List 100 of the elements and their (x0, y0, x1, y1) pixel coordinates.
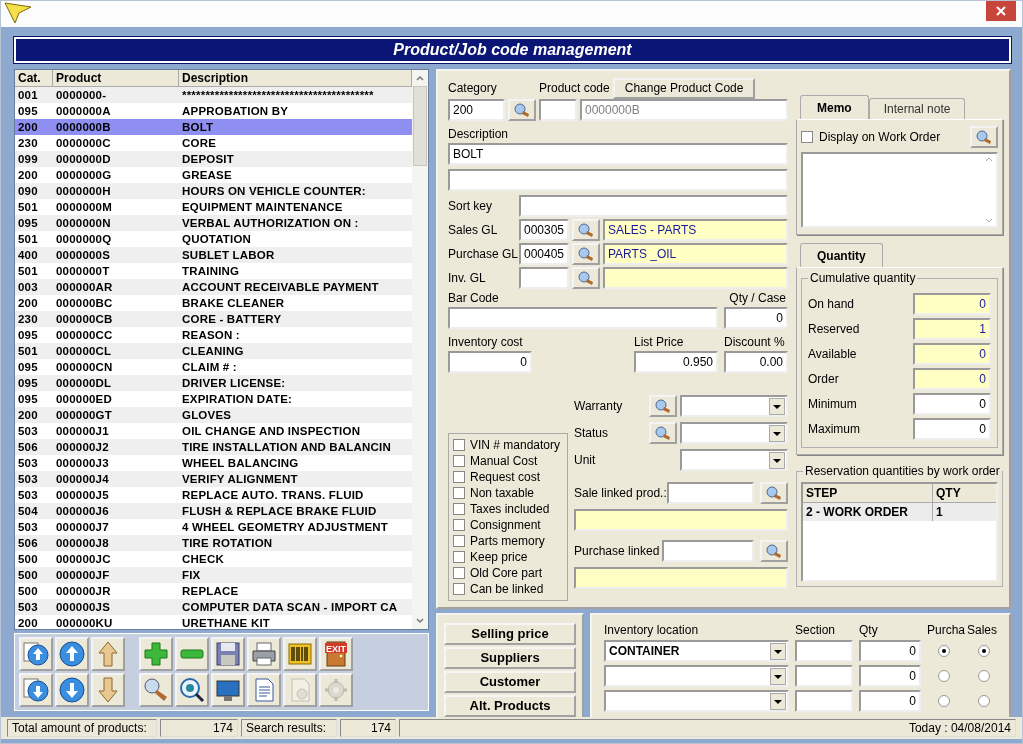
lookup-button[interactable] (760, 540, 788, 562)
table-row[interactable]: 230 000000CB CORE - BATTERY (15, 311, 412, 327)
table-row[interactable]: 095 000000ED EXPIRATION DATE: (15, 391, 412, 407)
input-field[interactable]: BOLT (448, 143, 788, 165)
input-field[interactable] (603, 267, 788, 289)
lookup-button[interactable] (760, 482, 788, 504)
input-field[interactable] (448, 307, 718, 329)
input-field[interactable]: 0.950 (634, 351, 718, 373)
table-row[interactable]: 506 000000J8 TIRE ROTATION (15, 535, 412, 551)
toolbar-button[interactable] (211, 673, 245, 707)
table-row[interactable]: 200 000000GT GLOVES (15, 407, 412, 423)
tab-button[interactable]: Selling price (444, 623, 576, 645)
column-header[interactable]: Cat. (15, 70, 53, 86)
dropdown-field[interactable] (604, 665, 789, 687)
table-row[interactable]: 504 000000J6 FLUSH & REPLACE BRAKE FLUID (15, 503, 412, 519)
dropdown-field[interactable] (604, 690, 789, 712)
table-row[interactable]: 503 000000J7 4 WHEEL GEOMETRY ADJUSTMENT (15, 519, 412, 535)
input-field[interactable]: 0 (859, 640, 921, 662)
input-field[interactable]: 000405 (519, 243, 569, 265)
table-row[interactable]: 500 000000JC CHECK (15, 551, 412, 567)
checkbox[interactable] (801, 131, 813, 143)
radio-button[interactable] (938, 645, 950, 657)
table-row[interactable]: 200 0000000G GREASE (15, 167, 412, 183)
lookup-button[interactable] (572, 243, 600, 265)
input-field[interactable] (574, 509, 788, 531)
table-row[interactable]: 503 000000JS COMPUTER DATA SCAN - IMPORT CA (15, 599, 412, 615)
toolbar-button[interactable] (139, 673, 173, 707)
dropdown-field[interactable]: CONTAINER (604, 640, 789, 662)
input-field[interactable]: 000305 (519, 219, 569, 241)
tab[interactable]: Internal note (868, 98, 966, 119)
lookup-button[interactable] (572, 267, 600, 289)
input-field[interactable] (795, 690, 853, 712)
input-field[interactable]: 0 (724, 307, 788, 329)
table-row[interactable]: 090 0000000H HOURS ON VEHICLE COUNTER: (15, 183, 412, 199)
input-field[interactable]: 0 (859, 690, 921, 712)
input-field[interactable] (519, 267, 569, 289)
input-field[interactable] (574, 567, 788, 589)
change-code-button[interactable]: Change Product Code (612, 77, 756, 99)
toolbar-button[interactable] (55, 673, 89, 707)
tab[interactable]: Memo (800, 95, 869, 119)
toolbar-button[interactable] (211, 637, 245, 671)
scrollbar-thumb[interactable] (413, 86, 427, 166)
lookup-button[interactable] (970, 126, 998, 148)
table-row[interactable]: 503 000000J3 WHEEL BALANCING (15, 455, 412, 471)
table-row[interactable]: 503 000000J1 OIL CHANGE AND INSPECTION (15, 423, 412, 439)
input-field[interactable]: 0 (448, 351, 532, 373)
checkbox[interactable] (453, 519, 465, 531)
toolbar-button[interactable] (55, 637, 89, 671)
input-field[interactable]: 0000000B (580, 99, 788, 121)
memo-field[interactable] (801, 152, 998, 228)
table-row[interactable]: 095 000000CN CLAIM # : (15, 359, 412, 375)
table-row[interactable]: 503 000000J4 VERIFY ALIGNMENT (15, 471, 412, 487)
tab-button[interactable]: Suppliers (444, 647, 576, 669)
table-row[interactable]: 501 0000000Q QUOTATION (15, 231, 412, 247)
vertical-scrollbar[interactable] (412, 70, 428, 629)
column-header[interactable]: STEP (803, 484, 933, 502)
table-row[interactable]: 501 0000000T TRAINING (15, 263, 412, 279)
table-row[interactable]: 503 000000J5 REPLACE AUTO. TRANS. FLUID (15, 487, 412, 503)
input-field[interactable] (519, 195, 788, 217)
input-field[interactable] (795, 665, 853, 687)
input-field[interactable]: 0 (913, 392, 991, 415)
input-field[interactable]: 0.00 (724, 351, 788, 373)
input-field[interactable] (667, 482, 754, 504)
dropdown-field[interactable] (680, 395, 788, 417)
dropdown-field[interactable] (680, 449, 788, 471)
checkbox[interactable] (453, 535, 465, 547)
lookup-button[interactable] (649, 395, 677, 417)
table-row[interactable]: 506 000000J2 TIRE INSTALLATION AND BALANCIN (15, 439, 412, 455)
table-row[interactable]: 095 0000000A APPROBATION BY (15, 103, 412, 119)
radio-button[interactable] (978, 670, 990, 682)
input-field[interactable]: 0 (913, 367, 991, 390)
input-field[interactable]: 0 (913, 292, 991, 315)
radio-button[interactable] (938, 670, 950, 682)
input-field[interactable]: PARTS _OIL (603, 243, 788, 265)
checkbox[interactable] (453, 487, 465, 499)
input-field[interactable]: 1 (913, 317, 991, 340)
input-field[interactable] (448, 169, 788, 191)
table-row[interactable]: 095 000000CC REASON : (15, 327, 412, 343)
input-field[interactable]: 200 (448, 99, 505, 121)
table-row[interactable]: 500 000000JF FIX (15, 567, 412, 583)
checkbox[interactable] (453, 455, 465, 467)
column-header[interactable]: QTY (933, 484, 996, 502)
checkbox[interactable] (453, 583, 465, 595)
table-row[interactable]: 200 000000KU URETHANE KIT (15, 615, 412, 631)
checkbox[interactable] (453, 471, 465, 483)
toolbar-button[interactable] (175, 673, 209, 707)
input-field[interactable] (539, 99, 577, 121)
table-row[interactable]: 230 0000000C CORE (15, 135, 412, 151)
table-row[interactable]: 095 000000DL DRIVER LICENSE: (15, 375, 412, 391)
checkbox[interactable] (453, 567, 465, 579)
column-header[interactable]: Product (53, 70, 179, 86)
tab-button[interactable]: Customer (444, 671, 576, 693)
toolbar-button[interactable] (283, 637, 317, 671)
radio-button[interactable] (978, 645, 990, 657)
table-row[interactable]: 003 000000AR ACCOUNT RECEIVABLE PAYMENT (15, 279, 412, 295)
lookup-button[interactable] (508, 99, 536, 121)
toolbar-button[interactable] (175, 637, 209, 671)
table-row[interactable]: 095 0000000N VERBAL AUTHORIZATION ON : (15, 215, 412, 231)
toolbar-button[interactable] (247, 637, 281, 671)
table-row[interactable]: 501 000000CL CLEANING (15, 343, 412, 359)
